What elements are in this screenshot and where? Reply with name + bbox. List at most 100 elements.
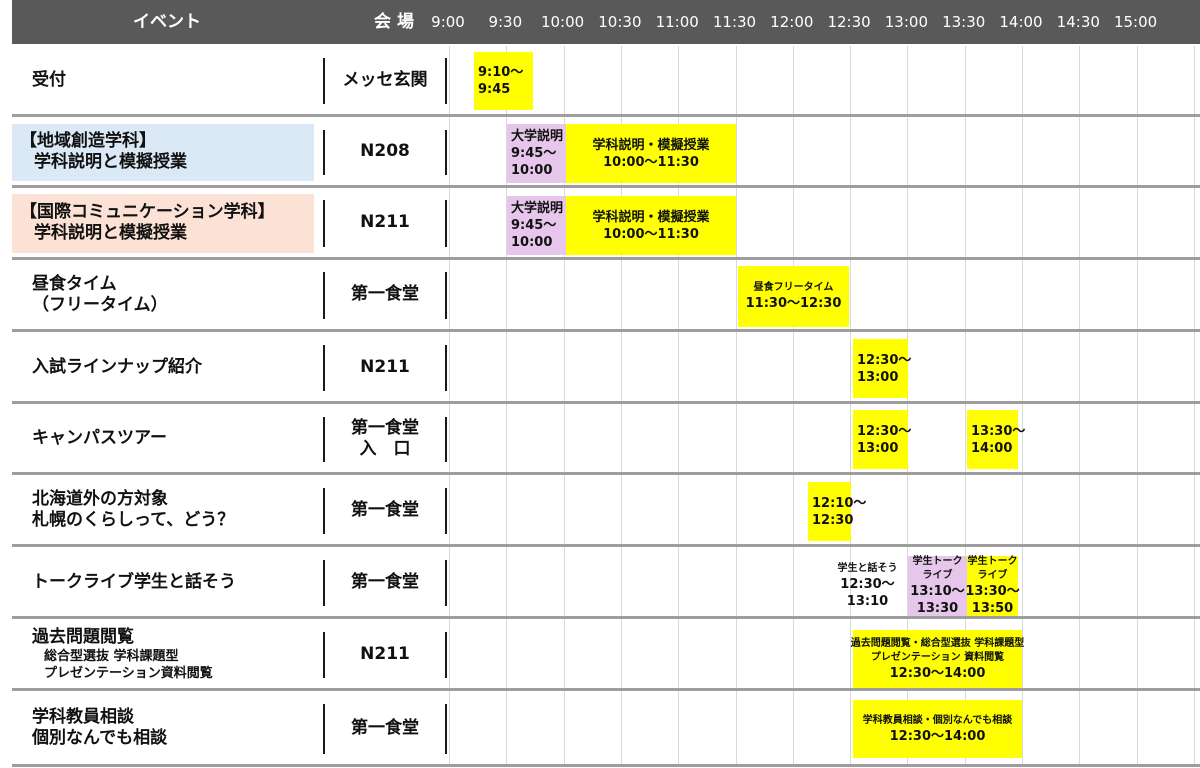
venue-divider bbox=[445, 345, 447, 391]
time-block-line: 12:10〜 bbox=[812, 495, 867, 511]
table-header: イベント 会場 9:00 9:30 10:00 10:30 11:00 11:30 12:0… bbox=[12, 0, 1200, 44]
event-name-line: 過去問題閲覧 bbox=[32, 626, 134, 647]
venue-name-line: 第一食堂 bbox=[351, 284, 419, 304]
schedule-table: イベント 会場 9:00 9:30 10:00 10:30 11:00 11:30 12:0… bbox=[0, 0, 1200, 768]
venue-divider bbox=[323, 130, 325, 175]
time-block-line: 9:45〜 bbox=[511, 218, 557, 233]
time-block-line: 10:00〜11:30 bbox=[603, 154, 699, 170]
time-block: 9:10〜 9:45 bbox=[474, 52, 533, 110]
header-event-label: イベント bbox=[133, 12, 201, 32]
venue-divider bbox=[323, 704, 325, 754]
time-block-line: 13:10 bbox=[846, 594, 889, 609]
time-block-line: 学生トーク bbox=[912, 556, 963, 567]
venue-divider bbox=[445, 58, 447, 104]
header-time-label: 12:00 bbox=[770, 13, 814, 31]
venue-name: N211 bbox=[330, 188, 440, 257]
event-name-line: キャンパスツアー bbox=[32, 428, 167, 448]
venue-divider bbox=[323, 488, 325, 534]
header-time-label: 9:00 bbox=[431, 13, 465, 31]
grid-line bbox=[850, 46, 851, 764]
venue-name-line: 第一食堂 bbox=[351, 417, 419, 438]
event-name-line: 北海道外の方対象 bbox=[32, 489, 168, 509]
venue-divider bbox=[323, 345, 325, 391]
time-block-line: 学生と話そう bbox=[837, 563, 898, 574]
time-block: 学生と話そう 12:30〜 13:10 bbox=[827, 556, 908, 616]
time-block-line: 13:00 bbox=[857, 440, 899, 456]
event-name: 北海道外の方対象 札幌のくらしって、どう？ bbox=[32, 476, 322, 544]
time-block-line: 12:30〜 bbox=[857, 352, 912, 368]
event-name-line: 【国際コミュニケーション学科】 bbox=[20, 201, 275, 222]
event-name-line: 昼食タイム bbox=[32, 273, 117, 294]
event-name-line: 受付 bbox=[32, 69, 66, 90]
row-separator bbox=[12, 544, 1200, 547]
venue-divider bbox=[445, 272, 447, 319]
venue-divider bbox=[323, 632, 325, 678]
time-block-line: 学科説明・模擬授業 bbox=[592, 137, 710, 153]
row-separator bbox=[12, 257, 1200, 260]
time-block-line: 13:10〜 bbox=[910, 584, 965, 599]
header-time-label: 14:30 bbox=[1056, 13, 1100, 31]
venue-divider bbox=[323, 272, 325, 319]
event-name-line: 札幌のくらしって、どう？ bbox=[32, 510, 235, 530]
grid-line bbox=[1194, 46, 1195, 764]
venue-name: N208 bbox=[330, 118, 440, 185]
time-block-line: 10:00 bbox=[511, 235, 553, 250]
venue-name: N211 bbox=[330, 333, 440, 401]
time-block: 昼食フリータイム 11:30〜12:30 bbox=[738, 266, 849, 327]
time-block-line: 大学説明 bbox=[511, 201, 564, 216]
time-block-line: 12:30〜 bbox=[840, 577, 895, 592]
grid-line bbox=[793, 46, 794, 764]
header-time-label: 10:30 bbox=[598, 13, 642, 31]
venue-divider bbox=[445, 417, 447, 462]
time-block-line: 12:30〜14:00 bbox=[889, 728, 986, 744]
row-separator bbox=[12, 688, 1200, 691]
time-block: 学科説明・模擬授業 10:00〜11:30 bbox=[566, 124, 736, 183]
venue-name-line: N211 bbox=[360, 643, 410, 664]
venue-name: 第一食堂 bbox=[330, 692, 440, 764]
time-block-line: 9:10〜 bbox=[478, 65, 524, 80]
time-block-line: 11:30〜12:30 bbox=[745, 296, 842, 311]
time-block-line: 12:30〜 bbox=[857, 423, 912, 439]
venue-divider bbox=[445, 560, 447, 606]
event-name-line: 学科説明と模擬授業 bbox=[34, 222, 187, 243]
event-name: 【地域創造学科】 学科説明と模擬授業 bbox=[20, 118, 310, 185]
time-block-line: 13:50 bbox=[971, 601, 1014, 616]
time-block-line: 10:00〜11:30 bbox=[603, 226, 699, 242]
row-separator bbox=[12, 472, 1200, 475]
event-name: 学科教員相談 個別なんでも相談 bbox=[32, 692, 322, 764]
event-name: 昼食タイム （フリータイム） bbox=[32, 260, 322, 329]
header-time-label: 12:30 bbox=[827, 13, 871, 31]
row-separator bbox=[12, 616, 1200, 619]
time-block: 学科説明・模擬授業 10:00〜11:30 bbox=[566, 196, 736, 255]
time-block: 学生トーク ライブ 13:10〜 13:30 bbox=[908, 556, 967, 616]
event-name-line: 総合型選抜 学科課題型 bbox=[44, 648, 179, 664]
time-block-line: 10:00 bbox=[511, 163, 553, 178]
event-name: 入試ラインナップ紹介 bbox=[32, 333, 322, 401]
header-time-label: 13:30 bbox=[942, 13, 986, 31]
time-block: 13:30〜 14:00 bbox=[967, 410, 1025, 469]
time-block: 12:30〜 13:00 bbox=[853, 410, 912, 469]
event-name-line: 入試ラインナップ紹介 bbox=[32, 356, 202, 377]
header-time-label: 15:00 bbox=[1113, 13, 1158, 31]
time-block-line: 学科説明・模擬授業 bbox=[592, 209, 710, 225]
time-block-line: 学科教員相談・個別なんでも相談 bbox=[862, 714, 1013, 726]
event-name: キャンパスツアー bbox=[32, 405, 322, 472]
venue-divider bbox=[445, 632, 447, 678]
venue-divider bbox=[323, 417, 325, 462]
time-block-line: 昼食フリータイム bbox=[753, 282, 834, 293]
event-name: トークライブ学生と話そう bbox=[32, 548, 322, 616]
venue-divider bbox=[445, 130, 447, 175]
grid-line bbox=[1137, 46, 1138, 764]
venue-name-line: メッセ玄関 bbox=[342, 69, 428, 90]
row-separator bbox=[12, 329, 1200, 332]
header-time-label: 11:30 bbox=[712, 13, 757, 31]
time-block: 大学説明 9:45〜 10:00 bbox=[507, 196, 566, 255]
time-block-line: 13:00 bbox=[857, 369, 899, 385]
venue-name-line: 第一食堂 bbox=[351, 499, 419, 520]
time-block-line: プレゼンテーション 資料閲覧 bbox=[870, 651, 1005, 663]
venue-name: N211 bbox=[330, 620, 440, 688]
header-time-label: 9:30 bbox=[488, 13, 523, 31]
header-time-label: 11:00 bbox=[655, 13, 699, 31]
event-name-line: プレゼンテーション資料閲覧 bbox=[44, 665, 213, 681]
time-block: 過去問題閲覧・総合型選抜 学科課題型 プレゼンテーション 資料閲覧 12:30〜14… bbox=[851, 630, 1024, 688]
